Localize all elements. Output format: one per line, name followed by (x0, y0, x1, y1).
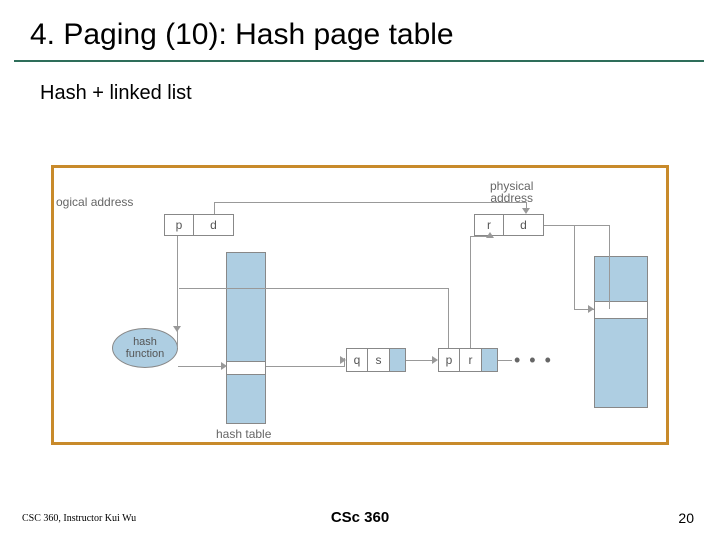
label-hash-table: hash table (216, 428, 271, 440)
footer-center: CSc 360 (0, 509, 720, 526)
wire (214, 202, 526, 203)
slide-title: 4. Paging (10): Hash page table (30, 18, 454, 52)
hash-function-ellipse: hash function (112, 328, 178, 368)
arrowhead-right-icon (221, 362, 227, 370)
hash-table (226, 252, 266, 424)
wire (214, 202, 215, 214)
list-node-1: q s (346, 348, 406, 372)
slide: { "title": "4. Paging (10): Hash page ta… (0, 0, 720, 540)
wire (266, 366, 344, 367)
list-node-2: p r (438, 348, 498, 372)
wire (574, 309, 594, 310)
wire (609, 225, 610, 309)
node1-key: q (346, 348, 368, 372)
wire (544, 225, 609, 226)
label-physical-address: physical address (490, 180, 533, 204)
wire (498, 360, 512, 361)
node2-val: r (460, 348, 482, 372)
label-logical-address: ogical address (56, 196, 133, 208)
node1-val: s (368, 348, 390, 372)
wire (448, 288, 449, 348)
ellipsis: • • • (514, 348, 553, 372)
node1-ptr (390, 348, 406, 372)
arrowhead-up-icon (486, 232, 494, 238)
slide-subtitle: Hash + linked list (40, 82, 192, 105)
wire (178, 366, 225, 367)
physical-memory (594, 256, 648, 408)
arrowhead-down-icon (522, 208, 530, 214)
arrowhead-right-icon (432, 356, 438, 364)
diagram: ogical address physical address hash tab… (54, 168, 666, 442)
node2-key: p (438, 348, 460, 372)
diagram-frame: ogical address physical address hash tab… (51, 165, 669, 445)
wire (179, 288, 449, 289)
logical-p-cell: p (164, 214, 194, 236)
physical-address-box: r d (474, 214, 544, 236)
node2-ptr (482, 348, 498, 372)
wire (574, 225, 575, 309)
physical-d-cell: d (504, 214, 544, 236)
wire (470, 236, 471, 348)
hash-table-slot (227, 361, 265, 375)
arrowhead-right-icon (340, 356, 346, 364)
logical-address-box: p d (164, 214, 234, 236)
logical-d-cell: d (194, 214, 234, 236)
arrowhead-down-icon (173, 326, 181, 332)
title-rule (14, 60, 704, 62)
physical-memory-frame (595, 301, 647, 319)
footer-page-number: 20 (678, 510, 694, 526)
